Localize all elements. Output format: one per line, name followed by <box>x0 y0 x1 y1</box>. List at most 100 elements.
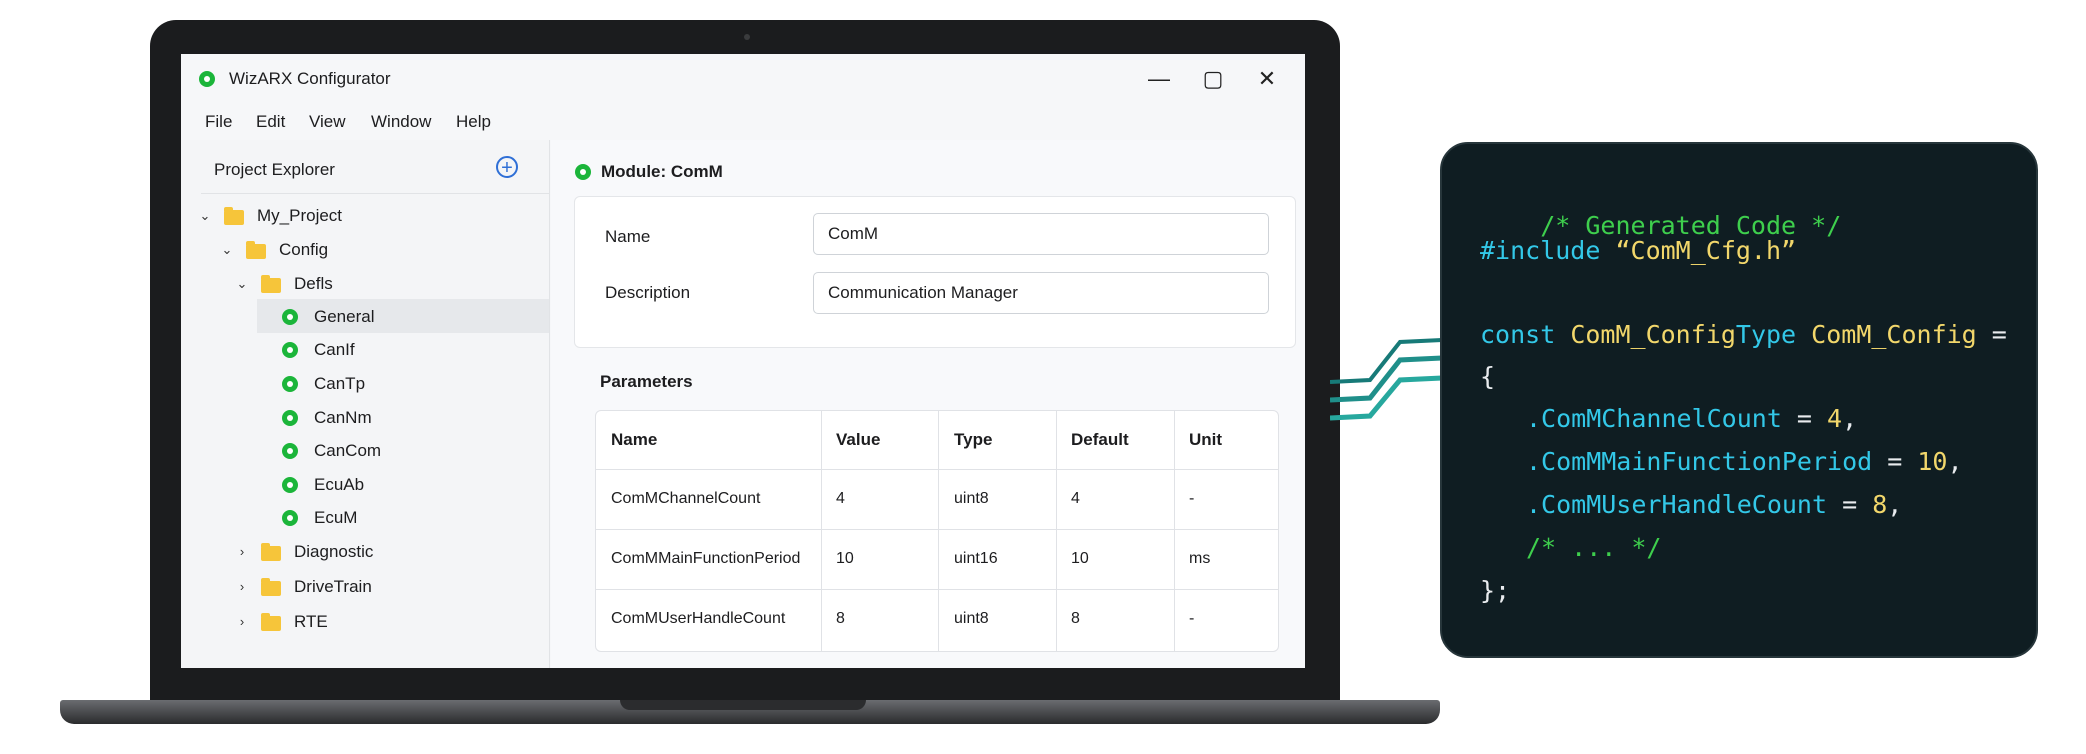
tree-item-canif[interactable]: CanIf <box>181 334 549 366</box>
tree-item-my-project[interactable]: ⌄ My_Project <box>181 200 549 232</box>
column-divider <box>938 411 939 651</box>
table-cell[interactable]: uint16 <box>954 529 998 589</box>
table-cell[interactable]: ms <box>1189 529 1210 589</box>
folder-icon <box>261 578 281 596</box>
tree-item-label: Diagnostic <box>294 542 374 561</box>
module-editor: Module: ComM Name ComM Description Commu… <box>551 140 1305 668</box>
chevron-right-icon[interactable]: › <box>235 580 249 594</box>
module-status-icon <box>282 376 298 392</box>
menu-bar: File Edit View Window Help <box>181 104 1305 140</box>
table-cell[interactable]: 4 <box>1071 469 1080 529</box>
tree-item-drivetrain[interactable]: › DriveTrain <box>181 571 549 603</box>
module-status-icon <box>282 342 298 358</box>
window-title: WizARX Configurator <box>229 69 391 88</box>
tree-item-general[interactable]: General <box>181 301 549 333</box>
code-field-eq: = <box>1872 447 1918 476</box>
code-type-name: ComM_Config <box>1555 320 1736 349</box>
tree-item-ecum[interactable]: EcuM <box>181 502 549 534</box>
column-divider <box>821 411 822 651</box>
menu-view[interactable]: View <box>309 112 346 132</box>
code-type-suffix: Type <box>1735 320 1797 349</box>
code-const-line: const ComM_ConfigType ComM_Config = <box>1480 320 2007 349</box>
code-close-text: }; <box>1480 576 1511 605</box>
chevron-right-icon[interactable]: › <box>235 615 249 629</box>
description-label: Description <box>605 283 691 302</box>
chevron-down-icon[interactable]: ⌄ <box>220 243 234 257</box>
code-var-name: ComM_Config <box>1796 320 1977 349</box>
table-cell[interactable]: uint8 <box>954 469 989 529</box>
laptop-notch <box>620 700 866 710</box>
explorer-title: Project Explorer <box>214 160 335 179</box>
app-logo-icon <box>199 71 215 87</box>
column-header-value[interactable]: Value <box>836 411 880 469</box>
menu-edit[interactable]: Edit <box>256 112 285 132</box>
table-cell[interactable]: ComMMainFunctionPeriod <box>611 529 800 589</box>
module-status-icon <box>282 477 298 493</box>
tree-item-config[interactable]: ⌄ Config <box>181 234 549 266</box>
tree-item-ecuab[interactable]: EcuAb <box>181 469 549 501</box>
table-cell[interactable]: 4 <box>836 469 845 529</box>
add-icon[interactable]: + <box>496 156 518 178</box>
tree-item-label: RTE <box>294 612 328 631</box>
description-input[interactable]: Communication Manager <box>813 272 1269 314</box>
chevron-down-icon[interactable]: ⌄ <box>235 277 249 291</box>
tree-item-label: My_Project <box>257 206 343 225</box>
maximize-button[interactable]: ▢ <box>1191 62 1235 96</box>
close-button[interactable]: ✕ <box>1245 62 1289 96</box>
code-field-line: .ComMUserHandleCount = 8, <box>1526 490 1902 519</box>
code-include-line: #include “ComM_Cfg.h” <box>1480 236 1796 265</box>
table-cell[interactable]: 10 <box>836 529 854 589</box>
column-header-name[interactable]: Name <box>611 411 657 469</box>
table-cell[interactable]: 10 <box>1071 529 1089 589</box>
menu-help[interactable]: Help <box>456 112 491 132</box>
minimize-button[interactable]: — <box>1137 62 1181 96</box>
code-field-eq: = <box>1827 490 1873 519</box>
module-status-icon <box>282 510 298 526</box>
tree-item-label: Config <box>279 240 329 259</box>
column-divider <box>1056 411 1057 651</box>
code-include-file: “ComM_Cfg.h” <box>1600 236 1797 265</box>
tree-item-label: DriveTrain <box>294 577 372 596</box>
tree-item-label: CanIf <box>314 340 355 359</box>
column-header-default[interactable]: Default <box>1071 411 1129 469</box>
code-field-value: 8 <box>1872 490 1888 519</box>
column-header-type[interactable]: Type <box>954 411 992 469</box>
menu-file[interactable]: File <box>205 112 232 132</box>
code-ellipsis-text: /* ... */ <box>1526 533 1662 562</box>
code-close-line: }; <box>1480 576 1510 605</box>
laptop-camera <box>744 34 750 40</box>
app-window: WizARX Configurator — ▢ ✕ File Edit View… <box>181 54 1305 668</box>
module-status-icon <box>282 443 298 459</box>
tree-item-cancom[interactable]: CanCom <box>181 435 549 467</box>
chevron-right-icon[interactable]: › <box>235 545 249 559</box>
tree-item-cantp[interactable]: CanTp <box>181 368 549 400</box>
tree-item-cannm[interactable]: CanNm <box>181 402 549 434</box>
parameters-title: Parameters <box>600 372 693 391</box>
title-bar: WizARX Configurator — ▢ ✕ <box>181 54 1305 104</box>
code-ellipsis-line: /* ... */ <box>1526 533 1661 562</box>
tree-item-diagnostic[interactable]: › Diagnostic <box>181 536 549 568</box>
table-cell[interactable]: ComMChannelCount <box>611 469 760 529</box>
table-cell[interactable]: ComMUserHandleCount <box>611 589 785 649</box>
table-cell[interactable]: uint8 <box>954 589 989 649</box>
tree-item-defls[interactable]: ⌄ Defls <box>181 268 549 300</box>
code-open-brace: { <box>1480 362 1495 391</box>
code-field-line: .ComMMainFunctionPeriod = 10, <box>1526 447 1963 476</box>
parameters-table: Name Value Type Default Unit ComMChannel… <box>595 410 1279 652</box>
column-header-unit[interactable]: Unit <box>1189 411 1222 469</box>
menu-window[interactable]: Window <box>371 112 431 132</box>
table-cell[interactable]: - <box>1189 469 1194 529</box>
table-cell[interactable]: - <box>1189 589 1194 649</box>
table-cell[interactable]: 8 <box>1071 589 1080 649</box>
code-field-end: , <box>1887 490 1903 519</box>
code-field-line: .ComMChannelCount = 4, <box>1526 404 1857 433</box>
code-field-name: .ComMChannelCount <box>1526 404 1782 433</box>
tree-item-label: EcuM <box>314 508 358 527</box>
tree-item-label: CanNm <box>314 408 372 427</box>
connector-cables <box>1330 338 1443 421</box>
tree-item-rte[interactable]: › RTE <box>181 606 549 638</box>
code-field-name: .ComMMainFunctionPeriod <box>1526 447 1873 476</box>
chevron-down-icon[interactable]: ⌄ <box>198 209 212 223</box>
table-cell[interactable]: 8 <box>836 589 845 649</box>
name-input[interactable]: ComM <box>813 213 1269 255</box>
